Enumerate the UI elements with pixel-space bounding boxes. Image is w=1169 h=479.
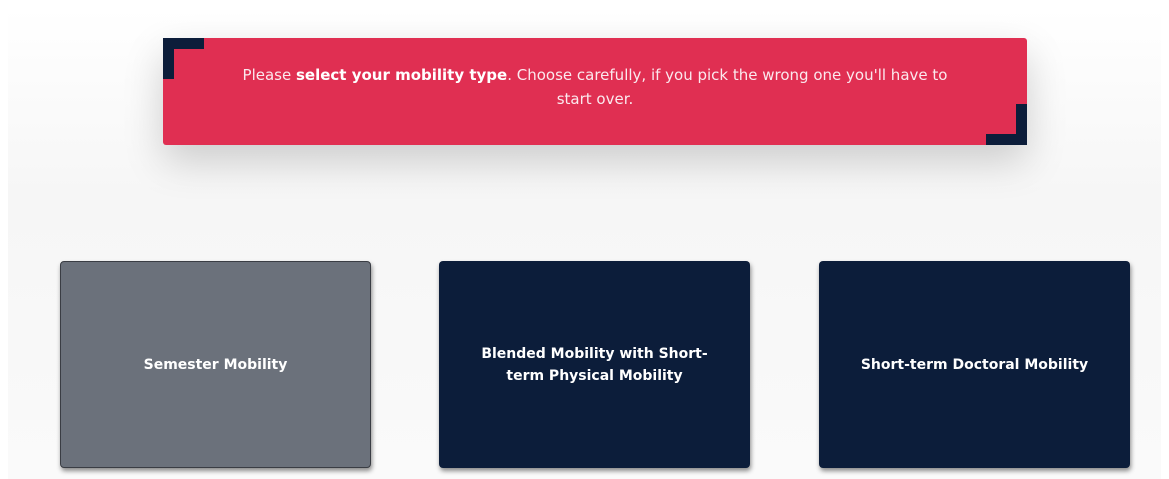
option-card-label: Short-term Doctoral Mobility (860, 356, 1089, 373)
corner-accent-bottom-right (986, 104, 1027, 145)
option-card-label: Blended Mobility with Short-term Physica… (481, 345, 708, 384)
mobility-notice-banner: Please select your mobility type. Choose… (163, 38, 1027, 145)
option-card-semester-mobility[interactable]: Semester Mobility (60, 261, 371, 468)
notice-text-suffix: . Choose carefully, if you pick the wron… (507, 66, 948, 108)
option-card-label: Semester Mobility (143, 356, 288, 373)
corner-accent-top-left (163, 38, 204, 79)
option-card-doctoral-mobility[interactable]: Short-term Doctoral Mobility (819, 261, 1130, 468)
notice-text-bold: select your mobility type (296, 66, 508, 84)
option-card-blended-mobility[interactable]: Blended Mobility with Short-term Physica… (439, 261, 750, 468)
notice-text-prefix: Please (242, 66, 296, 84)
notice-text: Please select your mobility type. Choose… (223, 63, 967, 111)
